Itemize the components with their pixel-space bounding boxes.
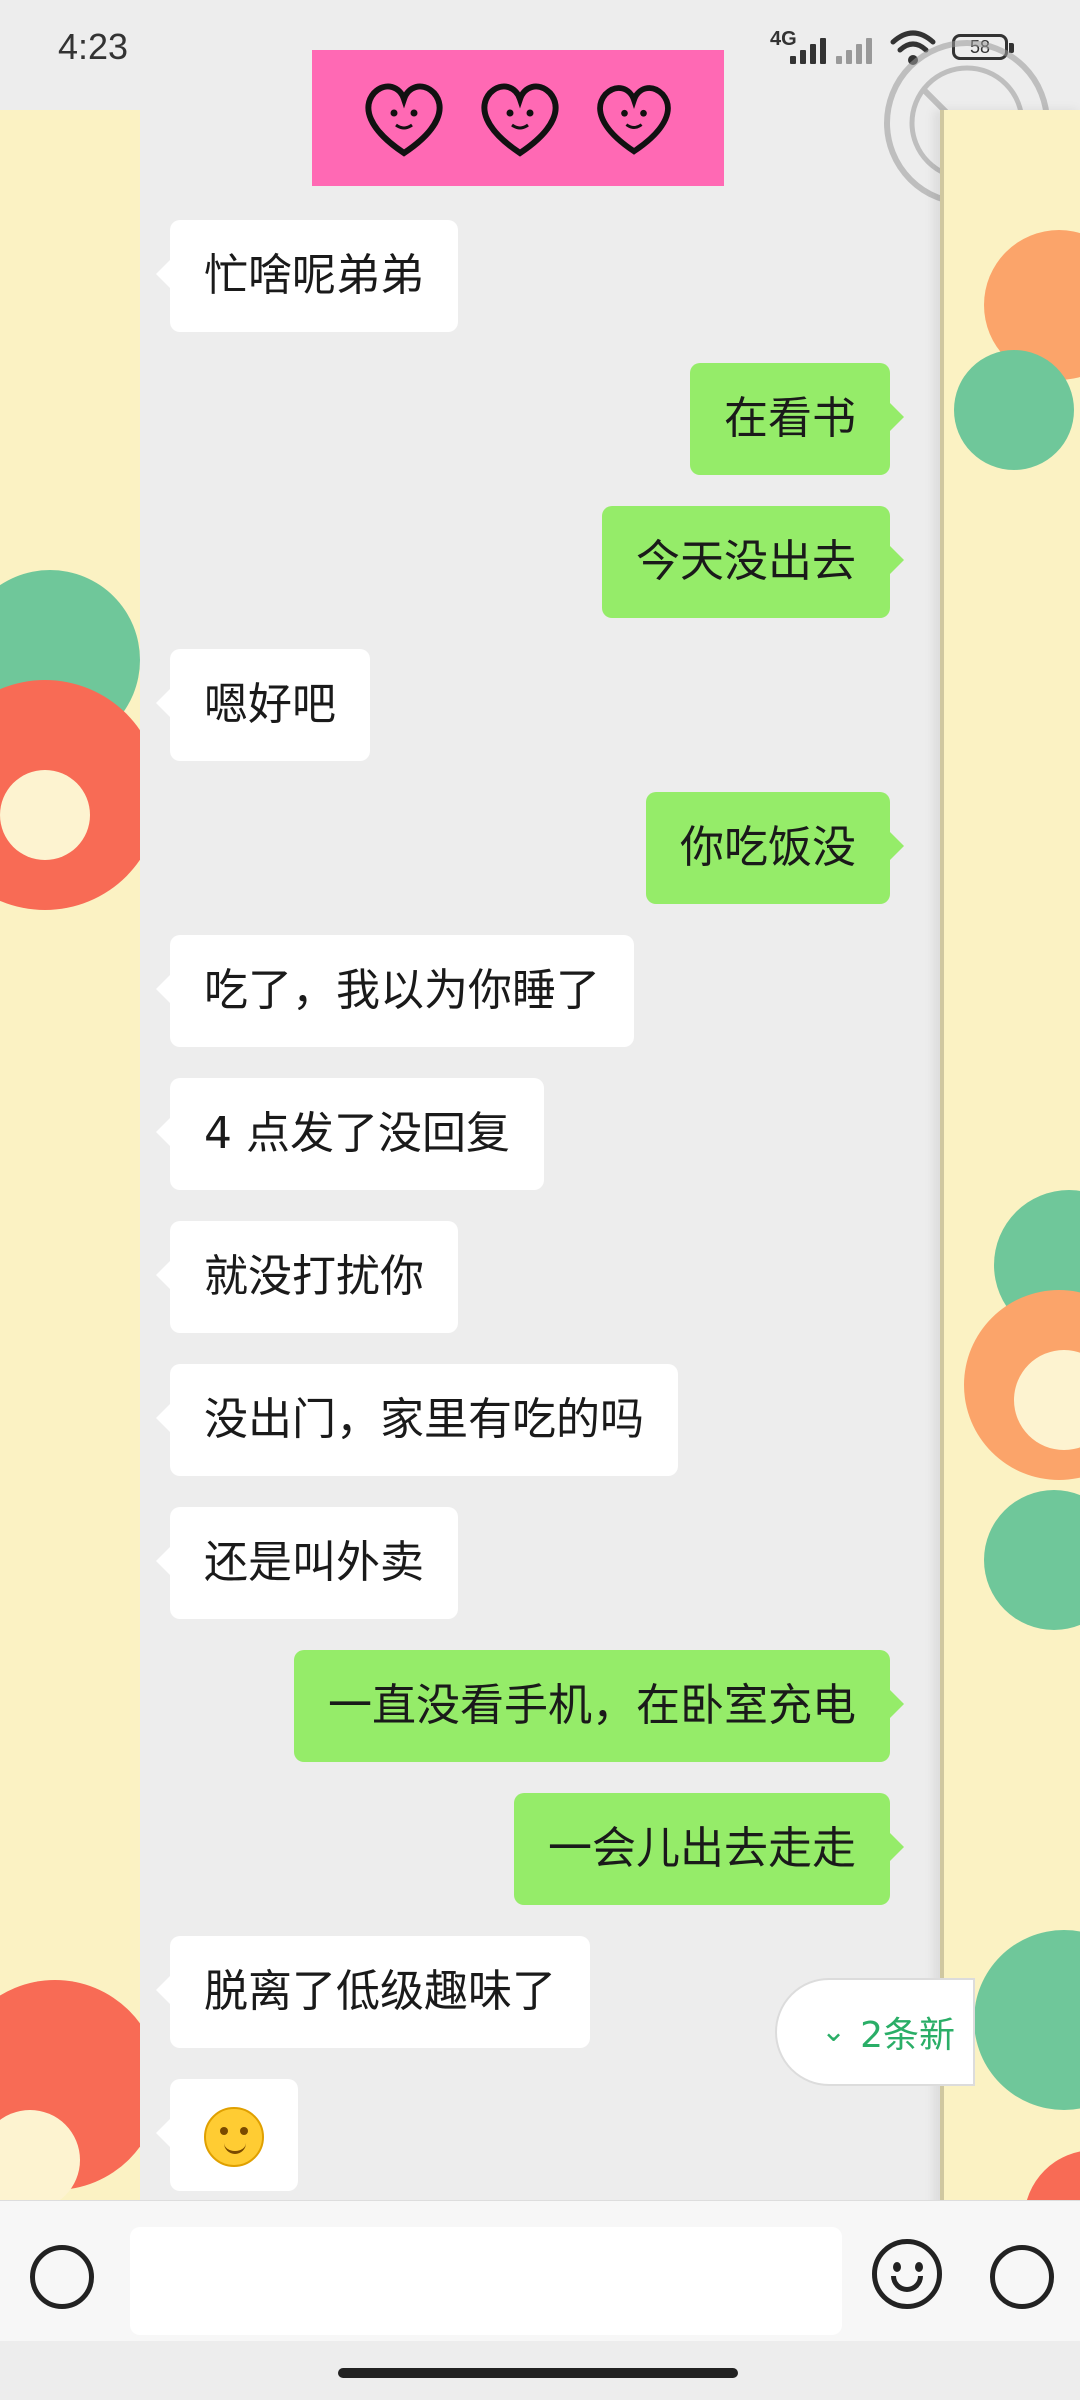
status-time: 4:23 xyxy=(58,26,129,67)
message-row: 在看书 xyxy=(140,363,940,475)
heart-face-icon xyxy=(365,83,443,157)
message-row: 嗯好吧 xyxy=(140,649,940,761)
thinking-face-icon xyxy=(204,2107,264,2167)
new-messages-label: 2条新 xyxy=(860,2015,956,2056)
incoming-emoji-bubble[interactable] xyxy=(156,2079,298,2191)
input-bar xyxy=(0,2200,1080,2341)
left-decoration-panel xyxy=(0,110,140,2320)
double-chevron-down-icon: ⌄ xyxy=(821,2014,847,2049)
message-row: 就没打扰你 xyxy=(140,1221,940,1333)
incoming-message-bubble[interactable]: 还是叫外卖 xyxy=(156,1507,458,1619)
outgoing-message-bubble[interactable]: 你吃饭没 xyxy=(646,792,904,904)
heart-face-icon xyxy=(481,83,559,157)
incoming-message-bubble[interactable]: 嗯好吧 xyxy=(156,649,370,761)
outgoing-message-bubble[interactable]: 在看书 xyxy=(690,363,904,475)
message-row: 一会儿出去走走 xyxy=(140,1793,940,1905)
message-row: 忙啥呢弟弟 xyxy=(140,220,940,332)
message-input[interactable] xyxy=(130,2227,842,2335)
message-row: 一直没看手机，在卧室充电 xyxy=(140,1650,940,1762)
voice-icon[interactable] xyxy=(30,2245,94,2309)
message-row: 你吃饭没 xyxy=(140,792,940,904)
outgoing-message-bubble[interactable]: 一会儿出去走走 xyxy=(514,1793,904,1905)
emoji-icon[interactable] xyxy=(872,2239,942,2309)
home-indicator[interactable] xyxy=(338,2368,738,2378)
heart-face-icon xyxy=(597,85,671,155)
plus-icon[interactable] xyxy=(990,2245,1054,2309)
new-messages-button[interactable]: ⌄ 2条新 xyxy=(775,1978,975,2086)
incoming-message-bubble[interactable]: 就没打扰你 xyxy=(156,1221,458,1333)
incoming-message-bubble[interactable]: 忙啥呢弟弟 xyxy=(156,220,458,332)
message-row: 还是叫外卖 xyxy=(140,1507,940,1619)
message-row: 4 点发了没回复 xyxy=(140,1078,940,1190)
incoming-message-bubble[interactable]: 吃了，我以为你睡了 xyxy=(156,935,634,1047)
outgoing-message-bubble[interactable]: 今天没出去 xyxy=(602,506,904,618)
outgoing-message-bubble[interactable]: 一直没看手机，在卧室充电 xyxy=(294,1650,904,1762)
message-row: 没出门，家里有吃的吗 xyxy=(140,1364,940,1476)
incoming-message-bubble[interactable]: 没出门，家里有吃的吗 xyxy=(156,1364,678,1476)
message-row xyxy=(140,2079,940,2191)
header-sticker xyxy=(312,50,724,186)
signal-icon xyxy=(790,34,826,64)
chat-message-list[interactable]: 忙啥呢弟弟 在看书 今天没出去 嗯好吧 你吃饭没 吃了，我以为你睡了 4 点发了… xyxy=(140,200,940,2200)
incoming-message-bubble[interactable]: 4 点发了没回复 xyxy=(156,1078,544,1190)
message-row: 吃了，我以为你睡了 xyxy=(140,935,940,1047)
message-row: 今天没出去 xyxy=(140,506,940,618)
incoming-message-bubble[interactable]: 脱离了低级趣味了 xyxy=(156,1936,590,2048)
